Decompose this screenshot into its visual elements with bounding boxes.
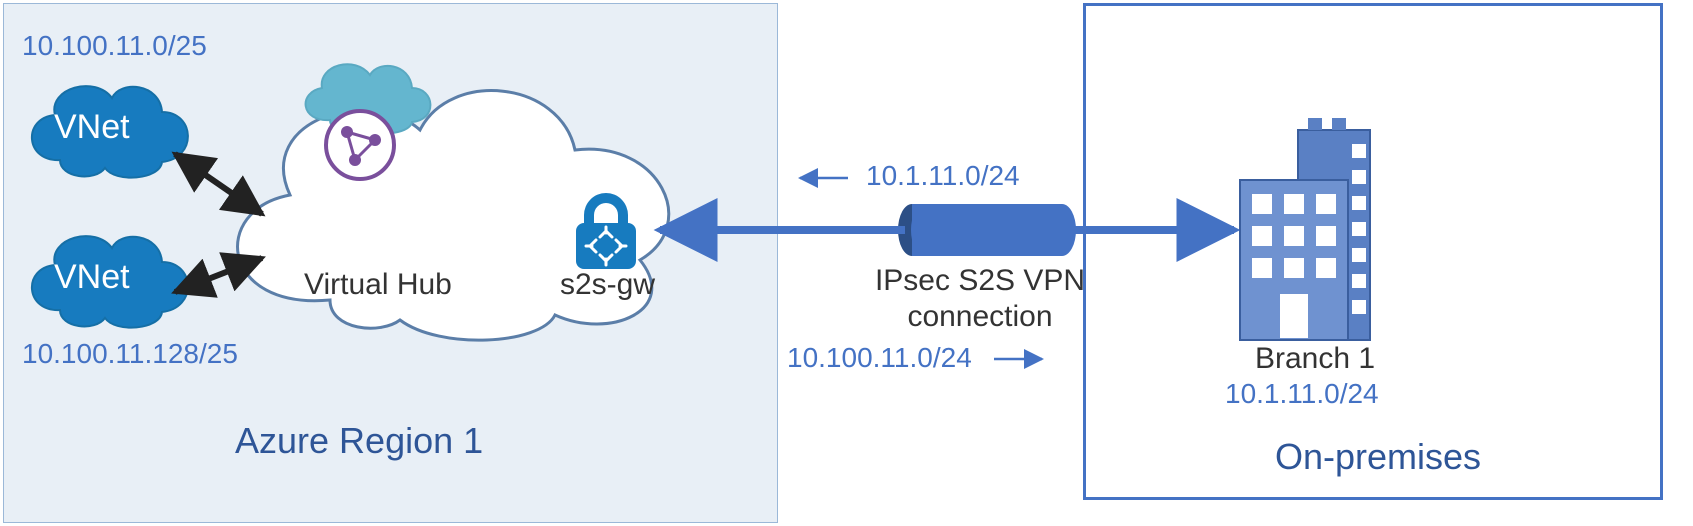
- vnet2-cidr: 10.100.11.128/25: [22, 338, 238, 370]
- tunnel-label-line2: connection: [850, 300, 1110, 334]
- vnet2-label: VNet: [54, 258, 130, 297]
- onprem-region-box: [1083, 3, 1663, 500]
- vpn-tunnel-icon: [898, 204, 1076, 256]
- vnet1-label: VNet: [54, 108, 130, 147]
- vnet1-cidr: 10.100.11.0/25: [22, 30, 207, 62]
- azure-region-title: Azure Region 1: [235, 420, 483, 462]
- tunnel-outbound-cidr: 10.100.11.0/24: [787, 342, 972, 374]
- tunnel-label-line1: IPsec S2S VPN: [850, 264, 1110, 298]
- tunnel-inbound-cidr: 10.1.11.0/24: [866, 160, 1020, 192]
- s2s-gw-label: s2s-gw: [560, 268, 655, 302]
- onprem-region-title: On-premises: [1275, 436, 1481, 478]
- branch-cidr: 10.1.11.0/24: [1225, 378, 1379, 410]
- virtual-hub-label: Virtual Hub: [304, 268, 452, 302]
- branch-label: Branch 1: [1245, 342, 1385, 376]
